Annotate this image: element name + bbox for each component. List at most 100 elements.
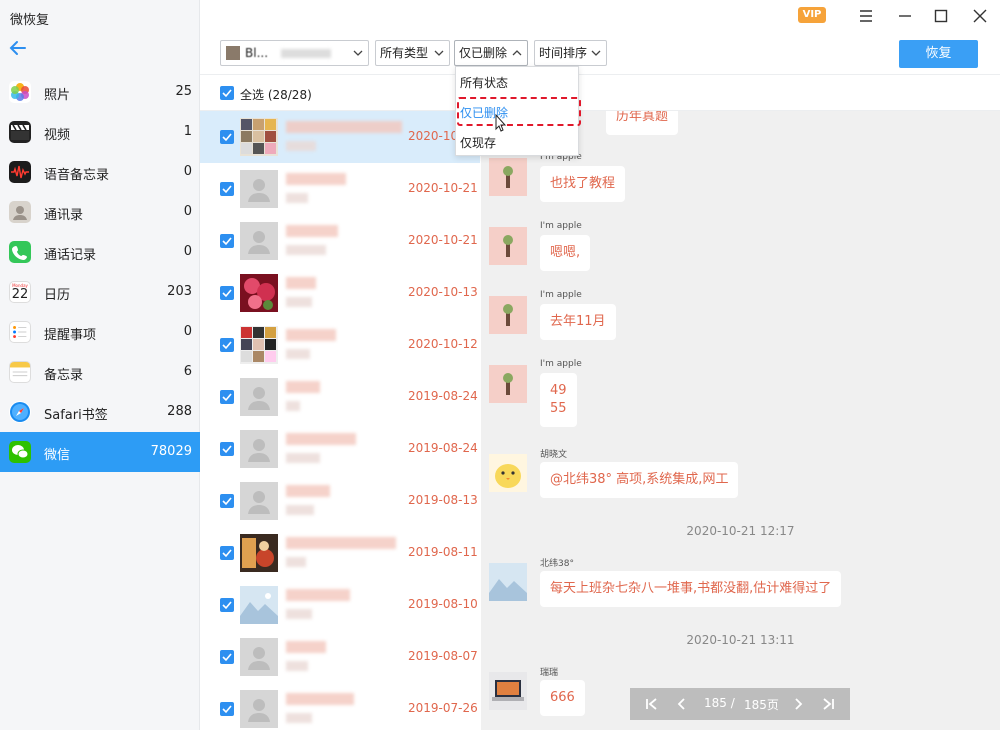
name-blurred	[286, 329, 336, 341]
name-blurred	[286, 173, 346, 185]
apple-sender-avatar	[489, 365, 527, 403]
calendar-icon: Monday 22	[9, 281, 31, 303]
sidebar-item-videos[interactable]: 视频 1	[0, 112, 200, 152]
row-checkbox[interactable]	[220, 390, 234, 404]
conversation-row[interactable]: 2019-08-10	[200, 579, 480, 631]
row-date: 2020-10-13	[408, 285, 478, 299]
apple-sender-avatar	[489, 227, 527, 265]
row-checkbox[interactable]	[220, 494, 234, 508]
vip-badge[interactable]: VIP	[798, 7, 826, 23]
sidebar-item-label: 备忘录	[44, 368, 84, 383]
conversation-row[interactable]: 2019-08-24	[200, 423, 480, 475]
conversation-row[interactable]: 2019-08-11	[200, 527, 480, 579]
first-page-icon[interactable]	[644, 696, 660, 712]
row-checkbox[interactable]	[220, 702, 234, 716]
sort-select[interactable]: 时间排序	[534, 40, 607, 66]
sidebar-item-label: 微信	[44, 448, 71, 463]
close-icon[interactable]	[970, 6, 990, 26]
sidebar-item-count: 25	[175, 84, 192, 99]
maximize-icon[interactable]	[931, 6, 951, 26]
notes-icon	[9, 361, 31, 383]
sender-name: I'm apple	[540, 359, 582, 369]
conversation-row[interactable]: 2020-10-	[200, 111, 480, 163]
laptop-sender-avatar	[489, 672, 527, 710]
menu-item-all-status[interactable]: 所有状态	[460, 74, 508, 91]
conversation-list: 2020-10- 2020-10-21 2020-10-21 2020-10-1…	[200, 111, 480, 730]
sidebar-item-photos[interactable]: 照片 25	[0, 72, 200, 112]
preview-blurred	[286, 297, 312, 307]
menu-icon[interactable]	[856, 6, 876, 26]
status-filter-select[interactable]: 仅已删除	[454, 40, 528, 66]
row-checkbox[interactable]	[220, 650, 234, 664]
row-checkbox[interactable]	[220, 234, 234, 248]
message-bubble: 历年真题	[606, 111, 679, 135]
default-avatar	[240, 430, 278, 468]
row-date: 2019-08-11	[408, 545, 478, 559]
row-checkbox[interactable]	[220, 442, 234, 456]
app-window: 微恢复 照片 25 视频 1 语音备忘录 0 通讯录 0 通话记录 0 Mond…	[0, 0, 1000, 730]
check-icon	[222, 497, 232, 506]
type-filter-select[interactable]: 所有类型	[375, 40, 450, 66]
phone-icon	[9, 241, 31, 263]
sidebar-item-calendar[interactable]: Monday 22 日历 203	[0, 272, 200, 312]
menu-item-existing-only[interactable]: 仅现存	[460, 134, 496, 151]
safari-compass-icon	[9, 401, 31, 423]
name-blurred	[286, 277, 316, 289]
conversation-row[interactable]: 2019-08-24	[200, 371, 480, 423]
message-line: 55	[550, 401, 567, 416]
chevron-up-icon	[512, 50, 522, 56]
back-arrow-icon[interactable]	[8, 38, 28, 58]
row-checkbox[interactable]	[220, 182, 234, 196]
row-date: 2019-08-10	[408, 597, 478, 611]
conversation-row[interactable]: 2019-08-13	[200, 475, 480, 527]
mouse-cursor-icon	[495, 114, 507, 132]
pagination: 185 / 185页	[630, 688, 850, 720]
row-date: 2019-08-13	[408, 493, 478, 507]
row-checkbox[interactable]	[220, 546, 234, 560]
sidebar-item-count: 0	[183, 324, 192, 339]
preview-blurred	[286, 245, 326, 255]
sender-name: 瑞瑞	[540, 668, 559, 678]
sidebar-item-contacts[interactable]: 通讯录 0	[0, 192, 200, 232]
minimize-icon[interactable]	[895, 6, 915, 26]
account-select[interactable]: Bl...	[220, 40, 369, 66]
sidebar-item-voice-memos[interactable]: 语音备忘录 0	[0, 152, 200, 192]
select-all-label: 全选 (28/28)	[240, 88, 312, 102]
sidebar-item-count: 6	[183, 364, 192, 379]
restore-button[interactable]: 恢复	[899, 40, 978, 68]
sort-value: 时间排序	[539, 46, 588, 60]
sidebar-item-wechat[interactable]: 微信 78029	[0, 432, 200, 472]
conversation-row[interactable]: 2020-10-12	[200, 319, 480, 371]
check-icon	[222, 445, 232, 454]
conversation-row[interactable]: 2019-07-26	[200, 683, 480, 730]
conversation-row[interactable]: 2020-10-13	[200, 267, 480, 319]
check-icon	[222, 185, 232, 194]
sidebar-item-safari-bookmarks[interactable]: Safari书签 288	[0, 392, 200, 432]
preview-blurred	[286, 401, 300, 411]
sender-name: I'm apple	[540, 290, 582, 300]
last-page-icon[interactable]	[820, 696, 836, 712]
sidebar-item-reminders[interactable]: 提醒事项 0	[0, 312, 200, 352]
row-checkbox[interactable]	[220, 286, 234, 300]
name-blurred	[286, 693, 354, 705]
conversation-row[interactable]: 2020-10-21	[200, 163, 480, 215]
sidebar-item-count: 203	[167, 284, 192, 299]
row-checkbox[interactable]	[220, 338, 234, 352]
preview-blurred	[286, 453, 320, 463]
sidebar-item-call-history[interactable]: 通话记录 0	[0, 232, 200, 272]
message-line: 49	[550, 383, 567, 398]
row-checkbox[interactable]	[220, 598, 234, 612]
next-page-icon[interactable]	[790, 696, 806, 712]
sidebar-item-notes[interactable]: 备忘录 6	[0, 352, 200, 392]
default-avatar	[240, 222, 278, 260]
account-avatar	[226, 46, 240, 60]
check-icon	[222, 653, 232, 662]
row-checkbox[interactable]	[220, 130, 234, 144]
conversation-row[interactable]: 2020-10-21	[200, 215, 480, 267]
photo-avatar	[240, 534, 278, 572]
conversation-row[interactable]: 2019-08-07	[200, 631, 480, 683]
page-current[interactable]: 185 /	[704, 696, 735, 710]
message-bubble: @北纬38° 高项,系统集成,网工	[540, 462, 739, 498]
prev-page-icon[interactable]	[674, 696, 690, 712]
select-all-checkbox[interactable]	[220, 86, 234, 100]
